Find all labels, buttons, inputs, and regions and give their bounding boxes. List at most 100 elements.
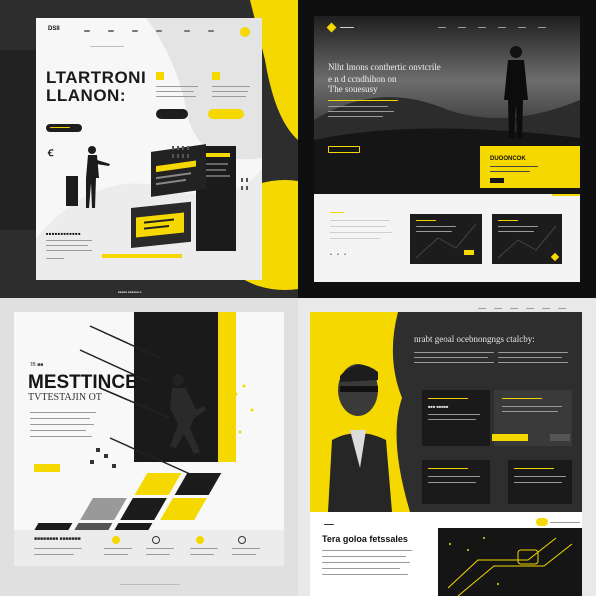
body-line (104, 548, 132, 549)
nav-link-6[interactable] (558, 308, 566, 309)
nav-link-6[interactable] (208, 30, 214, 32)
body-line (30, 430, 86, 431)
secondary-button[interactable] (156, 109, 188, 119)
card-title-line (428, 398, 468, 399)
mockup-4-headline: nrabt geoal ocebnongngs ctalcby: (414, 334, 535, 344)
body-line (414, 357, 488, 358)
mockup-grid: DSII LTARTRONI LLANON: Ꞓ ■■■■■■■■■■■■ ■■… (0, 0, 596, 596)
nav-link-1[interactable] (478, 308, 486, 309)
body-line (146, 548, 174, 549)
accent-square (212, 72, 220, 80)
card-line (502, 406, 562, 407)
body-line (212, 86, 250, 87)
card-line (502, 411, 558, 412)
nav-link-4[interactable] (156, 30, 162, 32)
mockup-1-headline-1: LTARTRONI (46, 68, 147, 87)
nav-link-3[interactable] (478, 27, 486, 28)
body-line (322, 556, 406, 557)
body-line (30, 424, 94, 425)
chip-label (550, 522, 580, 523)
logo-block[interactable] (320, 322, 334, 327)
mockup-motion-landing: 'IB ■■ MESTTINCE TVTESTAJIN OT ■■■■■■■■ … (0, 298, 298, 596)
card-button-secondary[interactable] (550, 434, 570, 441)
card-line (498, 226, 538, 227)
nav-link-1[interactable] (84, 30, 90, 32)
body-line (414, 352, 494, 353)
toggle-chip[interactable] (536, 518, 548, 526)
body-line (322, 562, 410, 563)
body-line (30, 436, 92, 437)
primary-button[interactable] (208, 109, 244, 119)
mockup-2-headline-2: e n d ccndhihon on (328, 74, 397, 84)
card-title-line (428, 468, 468, 469)
mockup-1-mark: Ꞓ (48, 148, 54, 158)
body-line (498, 362, 568, 363)
card-title-line (498, 220, 518, 221)
feature-icon (196, 536, 204, 544)
feature-icon (238, 536, 246, 544)
body-line (232, 548, 260, 549)
body-line (232, 554, 256, 555)
mockup-3-bottom-label: ■■■■■■■■ ■■■■■■■ (34, 536, 81, 542)
body-line (34, 554, 74, 555)
card-line (428, 414, 480, 415)
page-card: DSII LTARTRONI LLANON: Ꞓ ■■■■■■■■■■■■ (36, 18, 262, 280)
card-heading: ■■■ ■■■■■ (428, 404, 449, 409)
feature-icon (112, 536, 120, 544)
body-line (212, 96, 246, 97)
body-line (46, 250, 92, 251)
section-eyebrow (324, 524, 334, 525)
body-line (156, 86, 198, 87)
nav-link-6[interactable] (538, 27, 546, 28)
subtitle-line (328, 100, 398, 101)
mockup-3-background (0, 298, 298, 596)
nav-link-3[interactable] (132, 30, 138, 32)
body-line (330, 220, 390, 221)
body-line (156, 96, 196, 97)
nav-link-5[interactable] (518, 27, 526, 28)
body-line (190, 548, 218, 549)
mockup-photo-landing: Nlht lmons conthertic onvtcrile e n d cc… (298, 0, 596, 298)
card-line (428, 476, 480, 477)
body-line (156, 91, 194, 92)
logo-text[interactable] (340, 27, 354, 28)
mockup-3-headline-2: TVTESTAJIN OT (28, 392, 102, 403)
body-line (330, 226, 386, 227)
card-button[interactable] (490, 178, 504, 183)
body-line (46, 258, 64, 259)
mockup-1-logo[interactable]: DSII (48, 26, 60, 32)
mockup-2-headline-3: 'I'he souesusy (328, 84, 378, 94)
card-line (428, 419, 476, 420)
body-line (34, 548, 82, 549)
nav-link-1[interactable] (438, 27, 446, 28)
card-line (498, 231, 534, 232)
body-line (212, 91, 248, 92)
body-line (322, 568, 400, 569)
nav-action-dot[interactable] (240, 27, 250, 37)
nav-link-4[interactable] (526, 308, 534, 309)
nav-link-3[interactable] (510, 308, 518, 309)
cta-button[interactable] (34, 464, 60, 472)
mockup-portrait-landing: nrabt geoal ocebnongngs ctalcby: ■■■ ■■■… (298, 298, 596, 596)
cta-button[interactable] (46, 124, 82, 132)
accent-square (156, 72, 164, 80)
card-line (428, 482, 476, 483)
nav-link-4[interactable] (498, 27, 506, 28)
body-title-line (330, 212, 344, 213)
footer-line (120, 584, 180, 585)
nav-link-2[interactable] (108, 30, 114, 32)
nav-link-5[interactable] (184, 30, 190, 32)
body-line (498, 352, 568, 353)
nav-link-2[interactable] (458, 27, 466, 28)
pagination-dots[interactable]: • • • (330, 252, 348, 258)
hero-button[interactable] (328, 146, 360, 153)
nav-link-5[interactable] (542, 308, 550, 309)
body-line (190, 554, 214, 555)
card-line (514, 476, 566, 477)
mockup-4-footer-headline: Tera goloa fetssales (322, 534, 408, 544)
card-button-primary[interactable] (492, 434, 528, 441)
feature-icon (152, 536, 160, 544)
body-line (46, 245, 88, 246)
nav-link-2[interactable] (494, 308, 502, 309)
cta-button-label (50, 127, 70, 128)
